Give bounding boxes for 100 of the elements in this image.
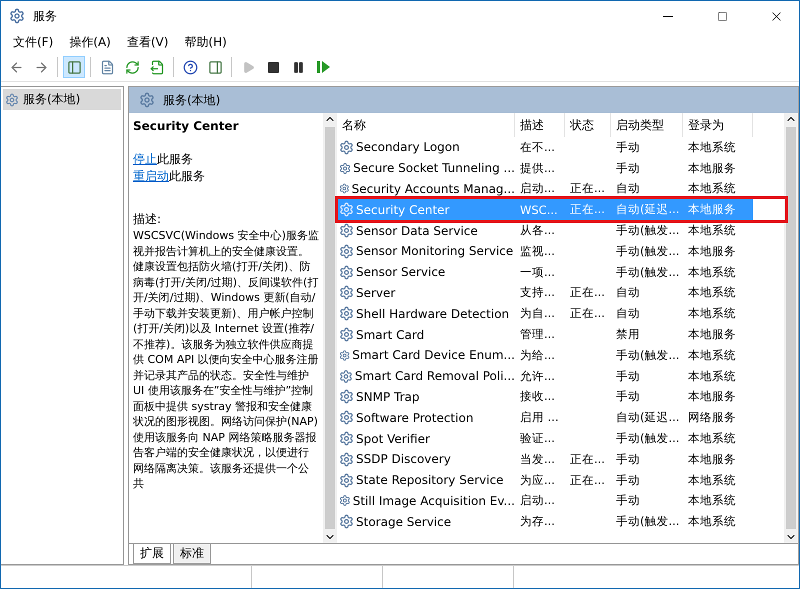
service-row[interactable]: Server 支持... 正在... 自动 本地系统: [337, 282, 784, 304]
service-name: SSDP Discovery: [356, 452, 451, 466]
table-cell-text: 网络服务: [687, 409, 737, 426]
tab[interactable]: 扩展: [133, 544, 171, 564]
service-row[interactable]: Secure Socket Tunneling ... 提供... 手动 本地服务: [337, 158, 784, 179]
gear-icon: [339, 306, 354, 322]
column-header[interactable]: 启动类型: [611, 113, 683, 137]
column-header[interactable]: 登录为: [683, 113, 753, 137]
table-cell-text: 管理...: [519, 326, 556, 344]
gear-icon: [339, 264, 354, 280]
service-row[interactable]: Security Accounts Manag... 启动... 正在... 自动 本地系统: [337, 178, 784, 200]
maximize-icon: [716, 10, 728, 22]
gear-icon: [339, 514, 354, 530]
service-row[interactable]: Secondary Logon 在不... 手动 本地系统: [337, 137, 784, 158]
tree-item[interactable]: 服务(本地): [3, 89, 121, 110]
service-row[interactable]: Smart Card 管理... 禁用 本地服务: [337, 324, 784, 345]
document-icon: [100, 60, 114, 74]
scrollbar[interactable]: [323, 113, 337, 543]
window-title: 服务: [33, 8, 58, 24]
table-cell-text: 接收...: [519, 388, 556, 406]
service-row[interactable]: Sensor Data Service 从各... 手动(触发... 本地系统: [337, 220, 784, 241]
service-name: Sensor Data Service: [356, 224, 478, 238]
gear-icon: [139, 92, 155, 108]
table-cell-text: 本地服务: [687, 242, 737, 260]
table-cell-text: 本地系统: [687, 180, 737, 198]
table-cell-text: 手动: [615, 138, 641, 156]
table-cell-text: 在不...: [519, 138, 556, 156]
gear-icon: [339, 327, 354, 342]
service-title: Security Center: [133, 119, 240, 133]
help-icon: [182, 60, 198, 74]
gear-icon: [339, 202, 354, 218]
gear-icon: [339, 160, 352, 176]
table-cell-text: 验证...: [519, 430, 556, 448]
service-name: Secure Socket Tunneling ...: [353, 161, 515, 176]
service-row[interactable]: Sensor Monitoring Service 监视... 手动(触发... 本地服务: [337, 240, 784, 262]
table-cell-text: 正在...: [569, 284, 606, 302]
table-cell-text: 启用 ...: [519, 409, 560, 426]
pane-title: 服务(本地): [163, 92, 220, 108]
service-row[interactable]: Spot Verifier 验证... 手动(触发... 本地系统: [337, 428, 784, 449]
column-header[interactable]: 名称: [337, 113, 515, 137]
table-cell-text: 自动: [615, 180, 641, 198]
service-row[interactable]: Shell Hardware Detection 为自... 正在... 自动 本地系统: [337, 303, 784, 324]
gear-icon: [5, 92, 19, 106]
service-row[interactable]: State Repository Service 为应... 正在... 手动 本地系统: [337, 470, 784, 491]
service-row[interactable]: SSDP Discovery 当发... 正在... 手动 本地服务: [337, 448, 784, 470]
table-cell-text: 手动(触发...: [615, 264, 680, 281]
service-row[interactable]: SNMP Trap 接收... 手动 本地服务: [337, 386, 784, 408]
action-link[interactable]: 重启动: [133, 169, 169, 183]
table-cell-text: 一项...: [519, 264, 556, 281]
gear-icon: [339, 368, 353, 384]
service-name: Shell Hardware Detection: [356, 306, 510, 321]
tab[interactable]: 标准: [173, 544, 211, 564]
table-cell-text: 本地服务: [687, 450, 737, 468]
menu-item[interactable]: 帮助(H): [176, 34, 235, 50]
service-name: Storage Service: [356, 514, 452, 529]
action-link[interactable]: 停止: [133, 152, 157, 166]
service-row[interactable]: Software Protection 启用 ... 自动(延迟... 网络服务: [337, 407, 784, 428]
gear-icon: [339, 431, 354, 446]
table-cell-text: 正在...: [569, 472, 606, 489]
service-row[interactable]: Still Image Acquisition Ev... 启动... 手动 本地系统: [337, 490, 784, 512]
service-name: Spot Verifier: [356, 432, 430, 446]
gear-icon: [339, 389, 354, 404]
table-cell: 本地服务: [683, 199, 753, 220]
service-name: Software Protection: [356, 410, 474, 425]
stop-icon: [268, 62, 278, 72]
table-cell-text: 本地系统: [687, 513, 737, 530]
table-cell-text: 启动...: [519, 180, 556, 198]
gear-icon: [339, 140, 354, 155]
column-header[interactable]: 状态: [565, 113, 611, 137]
menu-item[interactable]: 文件(F): [5, 34, 62, 50]
gear-icon: [9, 8, 25, 24]
resume-icon: [316, 61, 330, 73]
column-header[interactable]: 描述: [515, 113, 565, 137]
menu-item[interactable]: 查看(V): [118, 34, 176, 50]
table-cell-text: 自动(延迟...: [615, 409, 680, 426]
service-name: Smart Card Device Enum...: [352, 348, 515, 362]
table-cell-text: 本地系统: [687, 472, 737, 489]
table-cell-text: 本地系统: [687, 305, 737, 322]
table-cell-text: 支持...: [519, 284, 556, 302]
service-row[interactable]: Storage Service 为存... 手动(触发... 本地系统: [337, 511, 784, 532]
table-cell-text: 本地系统: [687, 368, 737, 385]
action-text: 重启动此服务: [133, 168, 206, 185]
table-cell-text: 正在...: [569, 450, 606, 468]
table-cell-text: 从各...: [519, 222, 556, 240]
service-name: Sensor Service: [356, 265, 446, 280]
gear-icon: [339, 285, 354, 300]
table-cell-text: 手动: [615, 368, 641, 385]
table-cell-text: 手动(触发...: [615, 430, 680, 448]
refresh-icon: [124, 60, 140, 74]
service-row[interactable]: Smart Card Device Enum... 为给... 手动(触发... 本地系统: [337, 344, 784, 366]
service-row[interactable]: Smart Card Removal Poli... 允许... 手动 本地系统: [337, 366, 784, 387]
gear-icon: [339, 452, 354, 467]
menu-item[interactable]: 操作(A): [61, 34, 119, 50]
service-row[interactable]: Sensor Service 一项... 手动(触发... 本地系统: [337, 262, 784, 283]
table-cell-text: 本地系统: [687, 264, 737, 281]
table-cell-text: 本地系统: [687, 138, 737, 156]
table-cell-text: 本地服务: [687, 388, 737, 406]
table-cell-text: 本地系统: [687, 492, 737, 510]
table-cell-text: 手动: [615, 388, 641, 406]
scrollbar[interactable]: [784, 113, 798, 543]
